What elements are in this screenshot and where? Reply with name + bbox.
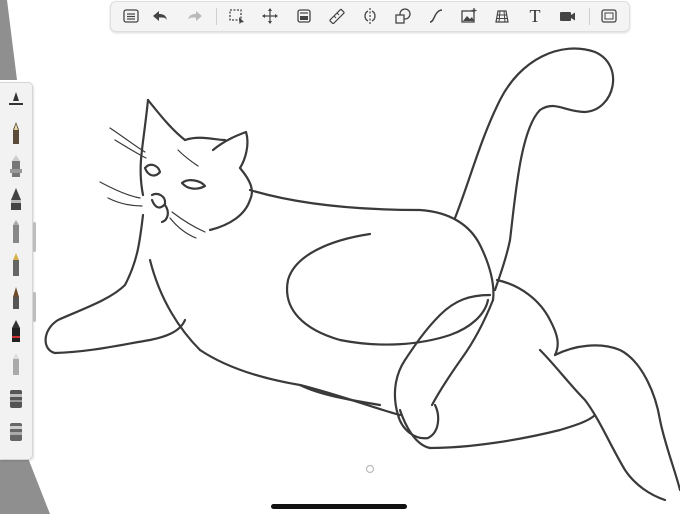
- ruler-icon[interactable]: [326, 5, 348, 27]
- move-arrows-icon[interactable]: [259, 5, 281, 27]
- image-add-icon[interactable]: [458, 5, 480, 27]
- home-indicator[interactable]: [271, 504, 407, 509]
- shapes-icon[interactable]: [392, 5, 414, 27]
- soft-eraser-icon[interactable]: [5, 417, 27, 443]
- cat-line-drawing: [44, 47, 680, 502]
- ballpoint-icon[interactable]: [5, 318, 27, 344]
- hard-eraser-icon[interactable]: [5, 351, 27, 377]
- panel-resize-handle[interactable]: [33, 292, 36, 322]
- menu-list-icon[interactable]: [120, 5, 142, 27]
- layer-stack-icon[interactable]: [293, 5, 315, 27]
- airbrush-icon[interactable]: [5, 384, 27, 410]
- selection-icon[interactable]: [226, 5, 248, 27]
- brush-palette: [0, 82, 33, 460]
- toolbar-separator: [216, 8, 217, 25]
- sync-indicator-icon: [365, 464, 375, 474]
- pen-dark-icon[interactable]: [5, 186, 27, 212]
- curve-icon[interactable]: [425, 5, 447, 27]
- perspective-grid-icon[interactable]: [491, 5, 513, 27]
- symmetry-icon[interactable]: [359, 5, 381, 27]
- text-tool-label: T: [529, 6, 541, 26]
- camera-record-icon[interactable]: [557, 5, 579, 27]
- text-icon[interactable]: T: [524, 5, 546, 27]
- ink-pen-icon[interactable]: [5, 120, 27, 146]
- paint-brush-icon[interactable]: [5, 285, 27, 311]
- undo-arrow-icon[interactable]: [149, 5, 171, 27]
- drawing-canvas[interactable]: [0, 0, 680, 514]
- top-toolbar: T: [110, 1, 630, 32]
- toolbar-separator: [589, 8, 590, 25]
- redo-arrow-icon[interactable]: [184, 5, 206, 27]
- fullscreen-icon[interactable]: [598, 5, 620, 27]
- marker-icon[interactable]: [5, 219, 27, 245]
- fine-liner-icon[interactable]: [5, 252, 27, 278]
- pencil-light-icon[interactable]: [5, 153, 27, 179]
- panel-resize-handle[interactable]: [33, 222, 36, 252]
- brush-properties-icon[interactable]: [5, 87, 27, 113]
